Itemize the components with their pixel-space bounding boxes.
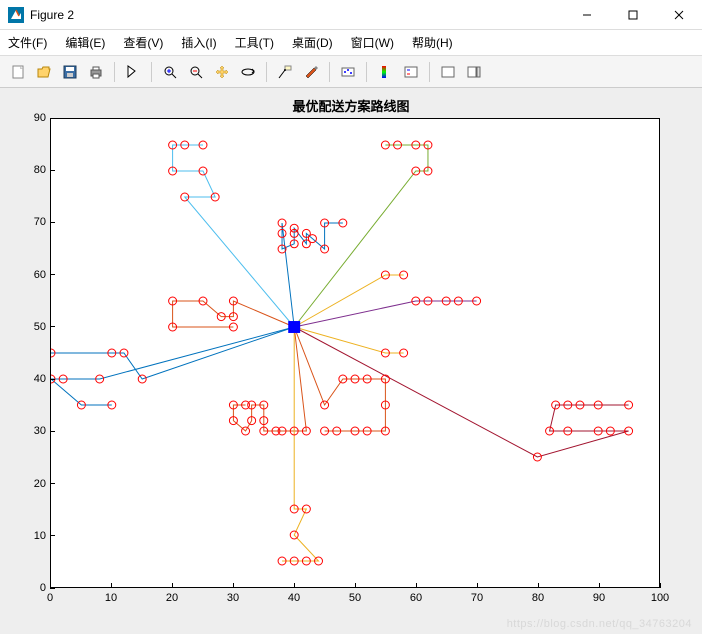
axes[interactable] [50,118,660,588]
insert-legend-button[interactable] [399,60,423,84]
titlebar: Figure 2 [0,0,702,30]
minimize-button[interactable] [564,0,610,29]
x-tick-label: 0 [47,592,53,604]
x-tick-label: 20 [166,592,178,604]
save-button[interactable] [58,60,82,84]
maximize-button[interactable] [610,0,656,29]
x-tick-label: 60 [410,592,422,604]
toolbar-separator [366,62,367,82]
menu-desktop[interactable]: 桌面(D) [292,34,333,51]
y-tick-label: 20 [0,478,46,490]
x-tick-label: 10 [105,592,117,604]
close-button[interactable] [656,0,702,29]
open-button[interactable] [32,60,56,84]
y-tick-label: 10 [0,530,46,542]
toolbar-separator [151,62,152,82]
menu-insert[interactable]: 插入(I) [181,34,216,51]
zoom-out-button[interactable] [184,60,208,84]
x-tick-label: 50 [349,592,361,604]
link-data-button[interactable] [336,60,360,84]
figure-area: 最优配送方案路线图 https://blog.csdn.net/qq_34763… [0,88,702,634]
x-tick-label: 30 [227,592,239,604]
insert-colorbar-button[interactable] [373,60,397,84]
toolbar-separator [429,62,430,82]
menu-file[interactable]: 文件(F) [8,34,47,51]
chart-title: 最优配送方案路线图 [0,96,702,115]
y-tick-label: 40 [0,373,46,385]
menu-help[interactable]: 帮助(H) [412,34,453,51]
x-tick-label: 80 [532,592,544,604]
show-plot-tools-button[interactable] [462,60,486,84]
matlab-logo-icon [8,7,24,23]
watermark: https://blog.csdn.net/qq_34763204 [507,618,692,630]
menu-edit[interactable]: 编辑(E) [65,34,105,51]
x-tick-label: 40 [288,592,300,604]
plot-canvas [51,119,659,587]
menu-view[interactable]: 查看(V) [123,34,163,51]
brush-button[interactable] [299,60,323,84]
edit-plot-button[interactable] [121,60,145,84]
print-button[interactable] [84,60,108,84]
pan-button[interactable] [210,60,234,84]
y-tick-label: 90 [0,112,46,124]
new-figure-button[interactable] [6,60,30,84]
x-tick-label: 100 [651,592,669,604]
window-title: Figure 2 [30,8,564,22]
data-cursor-button[interactable] [273,60,297,84]
y-tick-label: 60 [0,269,46,281]
window-controls [564,0,702,29]
toolbar-separator [114,62,115,82]
y-tick-label: 30 [0,425,46,437]
y-tick-label: 50 [0,321,46,333]
y-tick-label: 80 [0,164,46,176]
toolbar [0,56,702,88]
x-tick-label: 70 [471,592,483,604]
rotate-3d-button[interactable] [236,60,260,84]
menu-window[interactable]: 窗口(W) [351,34,394,51]
menu-tools[interactable]: 工具(T) [235,34,274,51]
y-tick-label: 70 [0,216,46,228]
toolbar-separator [266,62,267,82]
x-tick-label: 90 [593,592,605,604]
zoom-in-button[interactable] [158,60,182,84]
menubar: 文件(F) 编辑(E) 查看(V) 插入(I) 工具(T) 桌面(D) 窗口(W… [0,30,702,56]
y-tick-label: 0 [0,582,46,594]
hide-plot-tools-button[interactable] [436,60,460,84]
toolbar-separator [329,62,330,82]
